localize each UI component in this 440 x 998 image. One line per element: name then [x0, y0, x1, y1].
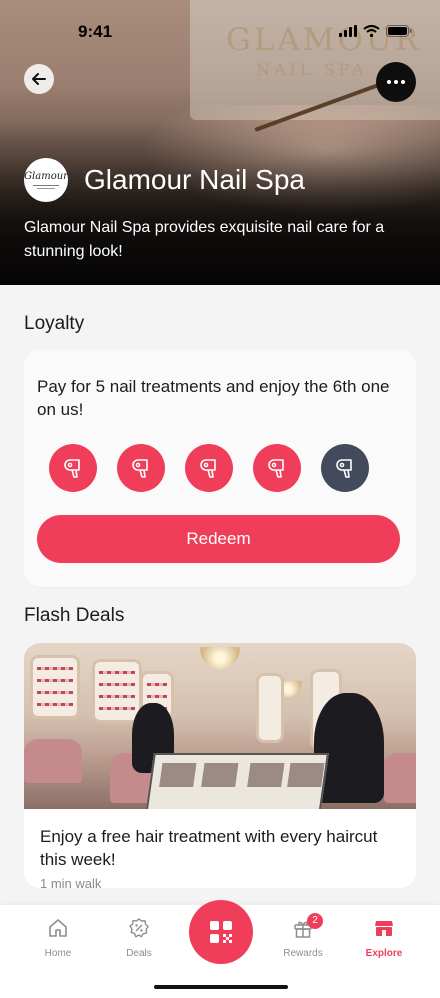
loyalty-stamp-filled: [185, 444, 233, 492]
loyalty-stamp-filled: [49, 444, 97, 492]
back-button[interactable]: [24, 64, 54, 94]
nav-home-label: Home: [44, 948, 72, 959]
nav-explore[interactable]: Explore: [349, 917, 419, 959]
hair-dryer-icon: [200, 459, 216, 478]
loyalty-stamp-filled: [117, 444, 165, 492]
scan-qr-button[interactable]: [189, 900, 253, 964]
loyalty-card: Pay for 5 nail treatments and enjoy the …: [24, 350, 416, 587]
loyalty-section-title: Loyalty: [24, 313, 85, 334]
polish-shelf: [30, 655, 80, 719]
hair-dryer-icon: [132, 459, 148, 478]
discount-badge-icon: [129, 918, 149, 938]
arrow-left-icon: [32, 73, 46, 85]
lounge-chair: [24, 739, 82, 783]
wifi-icon: [363, 25, 380, 37]
deal-distance: 1 min walk: [40, 876, 102, 888]
hair-dryer-icon: [64, 459, 80, 478]
nav-deals[interactable]: Deals: [104, 917, 174, 959]
lounge-chair: [384, 753, 416, 803]
qr-scan-icon: [210, 921, 232, 943]
loyalty-stamp-empty: [321, 444, 369, 492]
logo-rule: [33, 185, 59, 186]
loyalty-stamps: [49, 444, 369, 492]
logo-text: Glamour: [24, 171, 68, 182]
hair-dryer-icon: [336, 459, 352, 478]
wall-mirror: [256, 673, 284, 743]
deal-image: [24, 643, 416, 809]
more-dot: [401, 80, 405, 84]
more-dot: [394, 80, 398, 84]
spa-title: Glamour Nail Spa: [84, 164, 305, 195]
hair-dryer-icon: [268, 459, 284, 478]
flash-deals-section-title: Flash Deals: [24, 605, 125, 626]
nav-rewards[interactable]: 2 Rewards: [268, 913, 338, 959]
customer-figure: [314, 693, 384, 803]
home-icon: [49, 919, 67, 937]
loyalty-description: Pay for 5 nail treatments and enjoy the …: [37, 377, 390, 419]
home-indicator: [154, 985, 288, 989]
nav-rewards-label: Rewards: [283, 948, 323, 959]
more-dot: [387, 80, 391, 84]
catalog-photo: [201, 763, 239, 787]
spa-logo: Glamour: [24, 158, 68, 202]
storefront-sign-subtitle: NAIL SPA: [256, 60, 368, 79]
flash-deal-card[interactable]: Enjoy a free hair treatment with every h…: [24, 643, 416, 888]
battery-icon: [386, 25, 412, 37]
chandelier: [200, 647, 240, 669]
catalog-photo: [287, 763, 325, 787]
nav-explore-label: Explore: [365, 948, 403, 959]
bottom-navigation: Home Deals 2 Rewards Explore: [0, 900, 440, 998]
logo-rule: [37, 188, 55, 189]
status-time: 9:41: [78, 22, 113, 41]
store-icon: [375, 921, 393, 936]
more-options-button[interactable]: [376, 62, 416, 102]
nav-deals-label: Deals: [126, 948, 152, 959]
catalog-photo: [247, 763, 285, 787]
main-content[interactable]: Loyalty Pay for 5 nail treatments and en…: [0, 285, 440, 905]
redeem-button[interactable]: Redeem: [37, 515, 400, 563]
catalog-photo: [159, 763, 197, 787]
cellular-signal-icon: [339, 25, 357, 37]
deal-description: Enjoy a free hair treatment with every h…: [40, 827, 378, 869]
polish-shelf: [92, 659, 142, 723]
nav-home[interactable]: Home: [23, 917, 93, 959]
rewards-badge: 2: [307, 913, 323, 929]
status-icons: [339, 25, 412, 37]
spa-description: Glamour Nail Spa provides exquisite nail…: [24, 219, 385, 260]
nail-catalog: [144, 753, 329, 809]
loyalty-stamp-filled: [253, 444, 301, 492]
